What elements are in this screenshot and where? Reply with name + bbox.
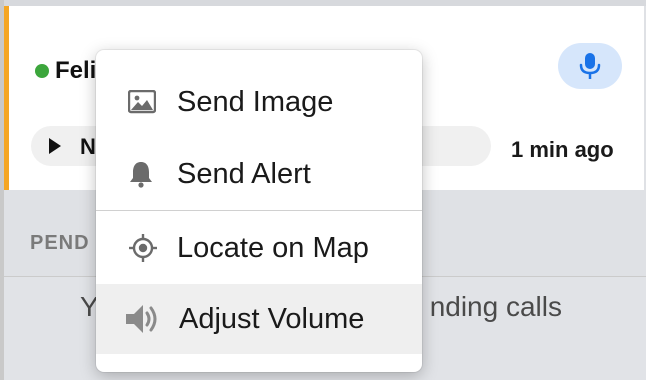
locate-icon — [128, 233, 158, 263]
pending-section-header: PEND — [30, 232, 90, 254]
playback-label: N — [80, 134, 96, 159]
call-timestamp: 1 min ago — [511, 137, 614, 162]
menu-item-send-image[interactable]: Send Image — [96, 67, 422, 137]
menu-item-adjust-volume[interactable]: Adjust Volume — [96, 284, 422, 354]
image-icon — [128, 90, 156, 114]
microphone-icon — [579, 53, 601, 79]
app-window: Feli N 1 min ago PEND Y nding calls Send… — [0, 0, 646, 380]
online-status-dot — [35, 64, 49, 78]
menu-item-locate-on-map[interactable]: Locate on Map — [96, 213, 422, 283]
menu-item-label: Adjust Volume — [179, 302, 365, 335]
contact-name: Feli — [55, 57, 97, 84]
menu-item-send-alert[interactable]: Send Alert — [96, 139, 422, 209]
menu-item-label: Send Alert — [177, 157, 311, 190]
menu-separator — [96, 210, 422, 211]
empty-message-end: nding calls — [429, 291, 562, 322]
play-icon[interactable] — [49, 138, 61, 154]
bell-icon — [128, 160, 154, 188]
menu-item-label: Send Image — [177, 85, 334, 118]
menu-item-label: Locate on Map — [177, 231, 369, 264]
mic-button[interactable] — [558, 43, 622, 89]
volume-icon — [124, 302, 162, 336]
context-menu: Send Image Send Alert Locate on Map Adju… — [96, 50, 422, 372]
